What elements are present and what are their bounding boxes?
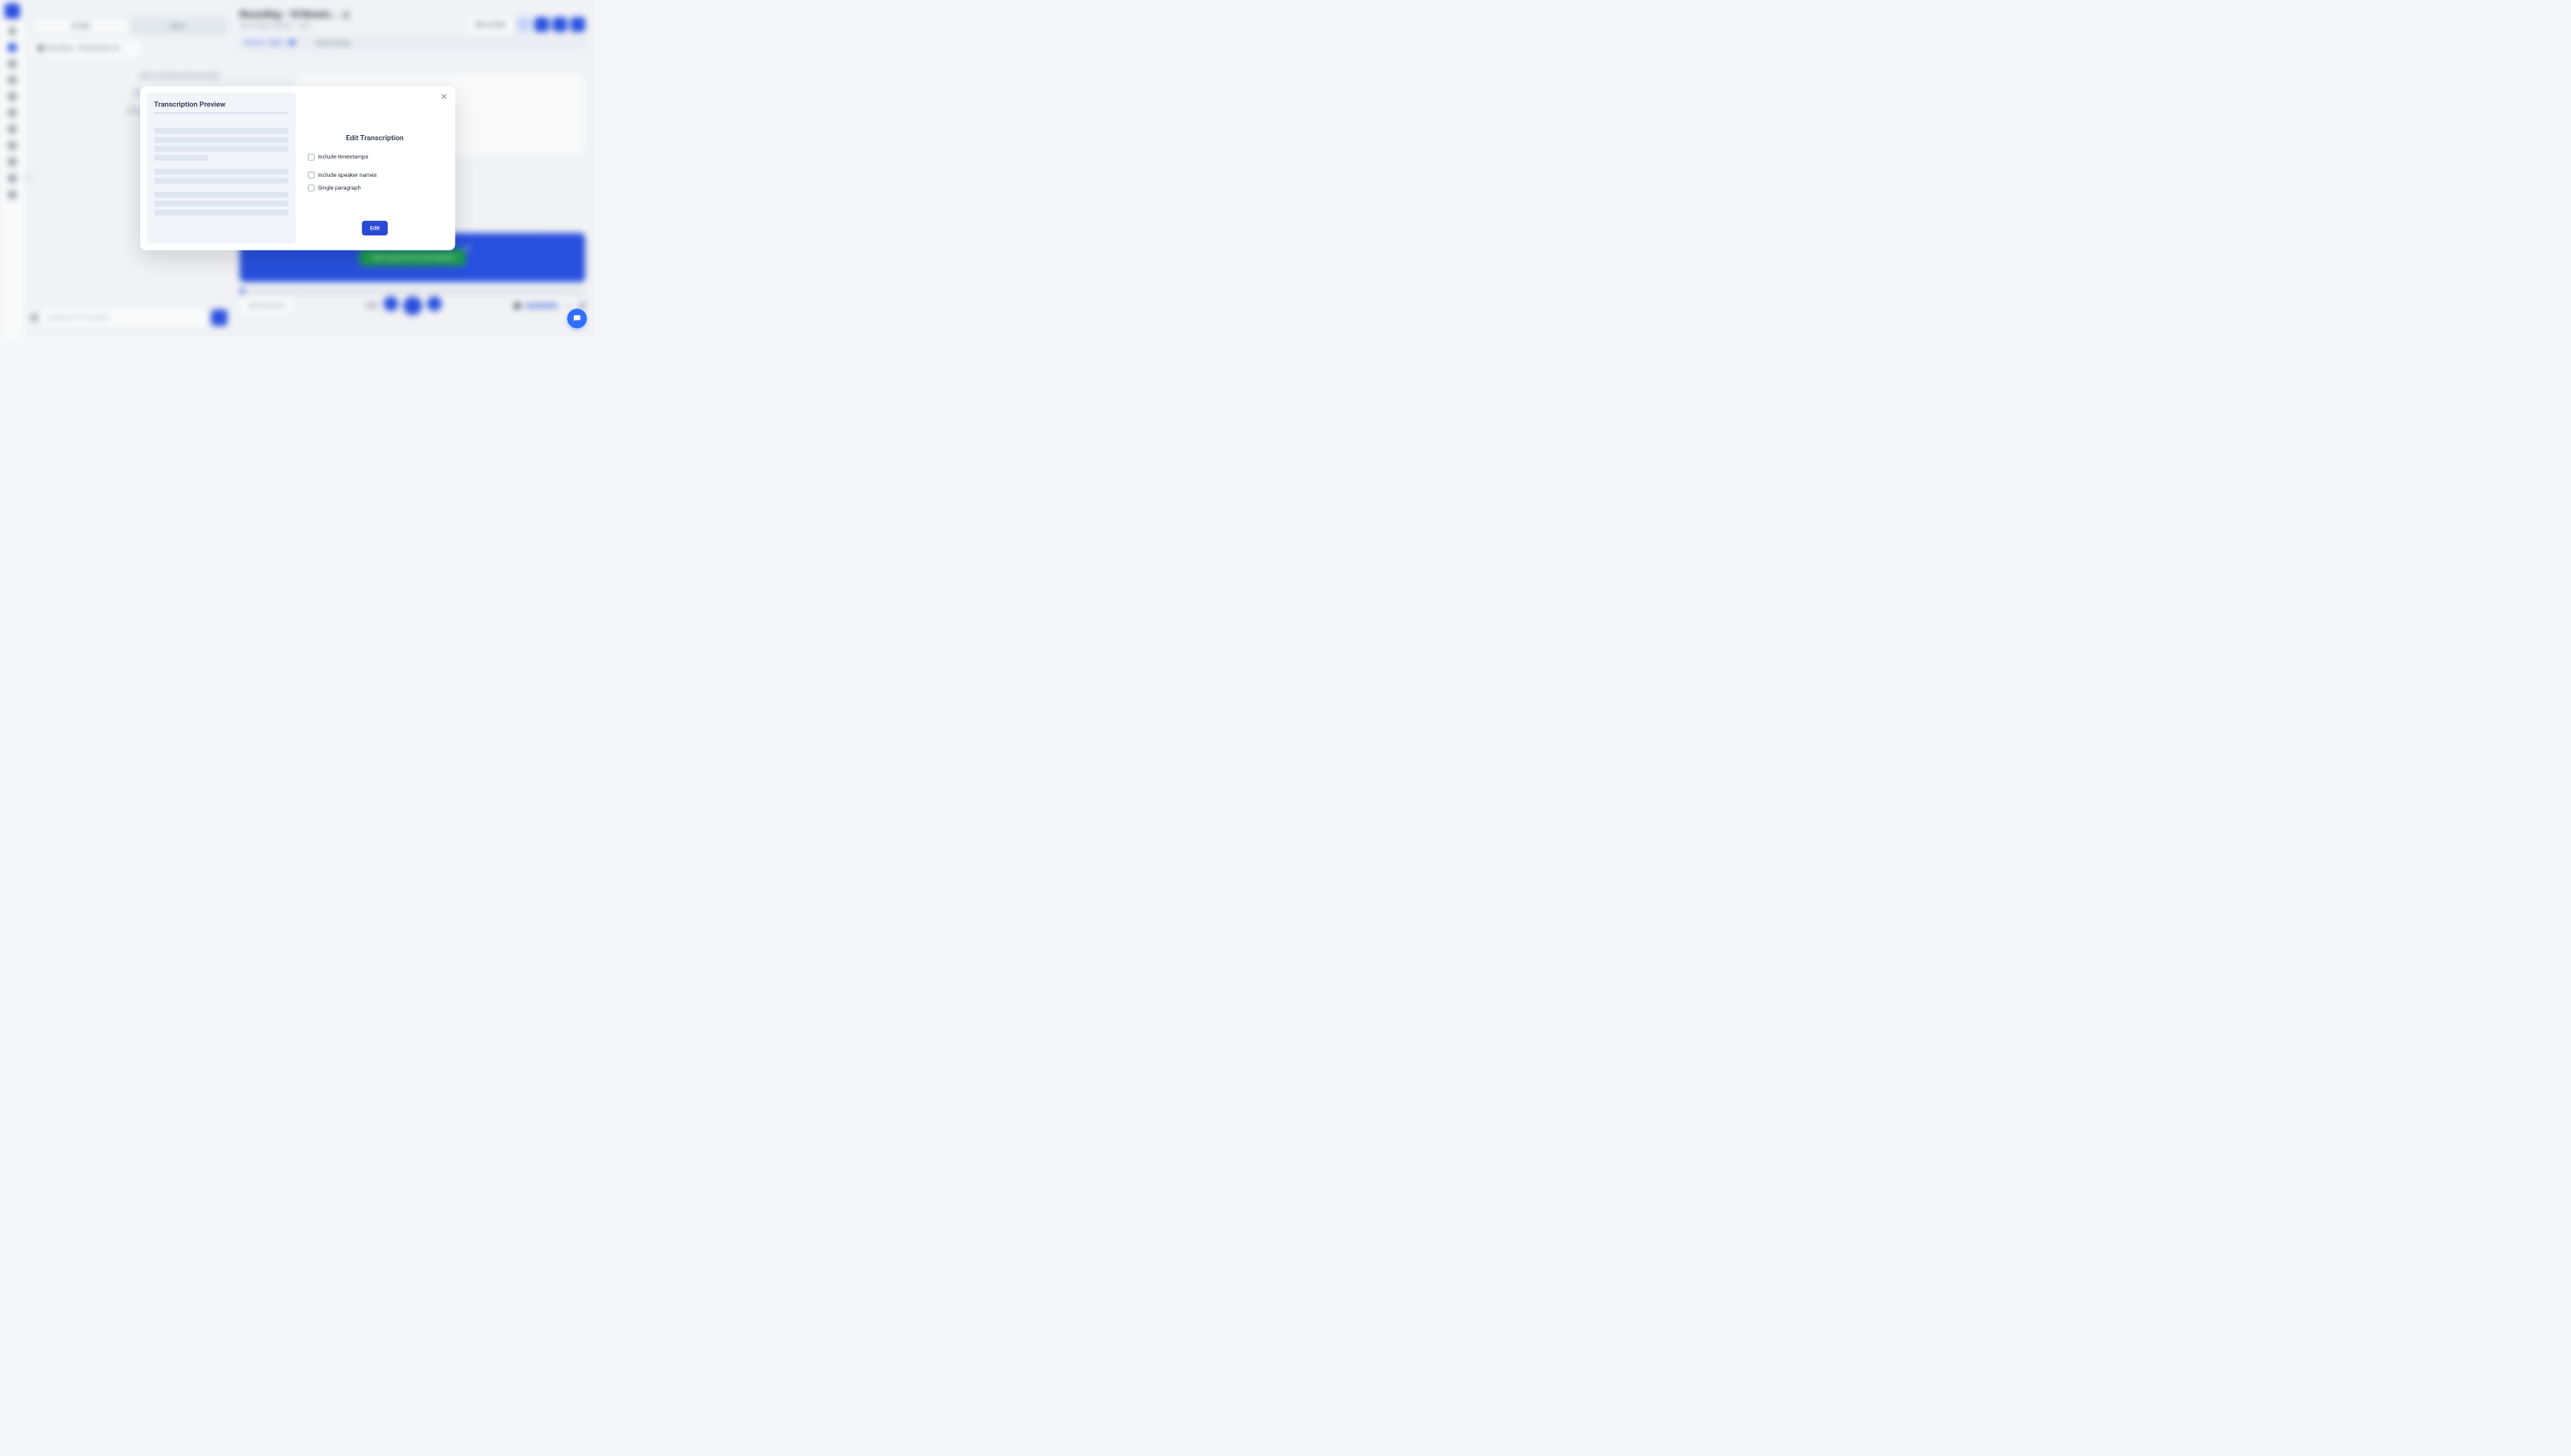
checkbox-label: Single paragraph xyxy=(318,184,360,191)
edit-button[interactable]: Edit xyxy=(361,221,388,235)
checkbox-single-paragraph[interactable]: Single paragraph xyxy=(308,184,360,191)
checkbox-icon xyxy=(308,184,315,191)
checkbox-label: Include timestamps xyxy=(318,154,368,161)
checkbox-icon xyxy=(308,154,315,161)
checkbox-timestamps[interactable]: Include timestamps xyxy=(308,154,368,161)
chat-fab[interactable] xyxy=(567,309,587,328)
edit-panel: Edit Transcription Include timestamps In… xyxy=(301,93,448,243)
skeleton-paragraph xyxy=(154,128,288,161)
checkbox-label: Include speaker names xyxy=(318,172,377,178)
close-icon xyxy=(441,94,446,99)
checkbox-icon xyxy=(308,172,315,178)
chat-icon xyxy=(572,314,582,324)
modal-overlay[interactable]: Transcription Preview Edi xyxy=(0,0,595,337)
skeleton-paragraph xyxy=(154,169,288,184)
preview-title: Transcription Preview xyxy=(154,100,288,113)
transcription-modal: Transcription Preview Edi xyxy=(140,86,455,250)
preview-panel: Transcription Preview xyxy=(146,93,295,243)
edit-title: Edit Transcription xyxy=(308,133,442,142)
skeleton-paragraph xyxy=(154,192,288,216)
close-button[interactable] xyxy=(440,93,448,100)
checkbox-speaker-names[interactable]: Include speaker names xyxy=(308,172,377,178)
